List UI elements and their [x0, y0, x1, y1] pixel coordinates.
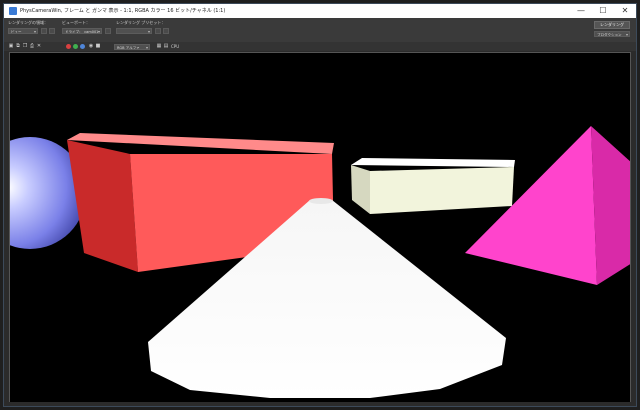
minimize-button[interactable]: — — [570, 5, 592, 17]
alpha-channel-icon[interactable]: ◉ — [88, 43, 94, 49]
preset-label: レンダリング プリセット： — [116, 20, 166, 25]
chevron-down-icon: ▾ — [33, 29, 36, 34]
overlay-icon[interactable]: ▤ — [163, 43, 169, 49]
green-channel-toggle[interactable] — [73, 43, 78, 49]
render-area-dropdown[interactable]: ビュー ▾ — [8, 28, 38, 34]
app-icon — [9, 7, 17, 15]
viewport-dropdown[interactable]: ドライブ：_cam001 ▾ — [62, 28, 102, 34]
clone-icon[interactable]: ❐ — [22, 43, 28, 49]
frame-icon[interactable]: ▦ — [156, 43, 162, 49]
render-button[interactable]: レンダリング — [594, 21, 630, 29]
image-toolbar: ▣ ⧉ ❐ ⎙ ✕ ◉ ■ RGB アルファ ▾ ▦ ▤ CPU — [4, 42, 636, 51]
chevron-down-icon: ▾ — [97, 29, 100, 34]
chevron-down-icon: ▾ — [145, 44, 148, 50]
copy-icon[interactable]: ⧉ — [15, 43, 21, 49]
save-icon[interactable]: ▣ — [8, 43, 14, 49]
blue-channel-toggle[interactable] — [80, 43, 85, 49]
environment-icon[interactable] — [163, 28, 169, 34]
close-button[interactable]: ✕ — [614, 5, 636, 17]
chevron-down-icon: ▾ — [147, 29, 150, 34]
production-dropdown[interactable]: プロダクション ▾ — [594, 31, 630, 37]
render-area-label: レンダリングの領域： — [8, 20, 48, 25]
cpu-label: CPU — [171, 43, 180, 49]
chevron-down-icon: ▾ — [625, 32, 628, 37]
status-bar — [4, 402, 636, 406]
print-icon[interactable]: ⎙ — [29, 43, 35, 49]
lock-icon[interactable] — [105, 28, 111, 34]
title-bar: PhysCameraWin, フレーム と ガンマ 表示 - 1:1, RGBA… — [4, 4, 636, 18]
viewport-label: ビューポート： — [62, 20, 90, 25]
settings-icon[interactable] — [155, 28, 161, 34]
render-viewport — [9, 52, 631, 403]
auto-region-icon[interactable] — [49, 28, 55, 34]
white-box-object — [351, 158, 515, 214]
channel-dropdown[interactable]: RGB アルファ ▾ — [114, 43, 150, 50]
window-title: PhysCameraWin, フレーム と ガンマ 表示 - 1:1, RGBA… — [20, 8, 226, 14]
rendered-scene — [10, 126, 630, 398]
mono-icon[interactable]: ■ — [95, 43, 101, 49]
red-channel-toggle[interactable] — [66, 43, 71, 49]
preset-dropdown[interactable]: ▾ — [116, 28, 152, 34]
render-frame-window: PhysCameraWin, フレーム と ガンマ 表示 - 1:1, RGBA… — [3, 3, 637, 407]
render-toolbar: レンダリングの領域： ビュー ▾ ビューポート： ドライブ：_cam001 ▾ レン… — [4, 18, 636, 43]
clear-icon[interactable]: ✕ — [36, 43, 42, 49]
maximize-button[interactable]: ☐ — [592, 5, 614, 17]
edit-region-icon[interactable] — [41, 28, 47, 34]
